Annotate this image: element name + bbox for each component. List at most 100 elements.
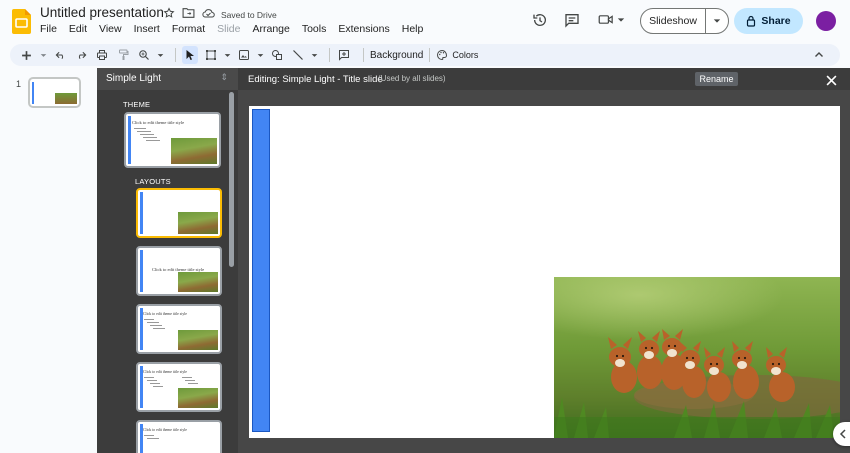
chevron-down-icon xyxy=(257,53,264,57)
chevron-down-icon xyxy=(617,17,625,22)
menu-view[interactable]: View xyxy=(99,23,122,35)
thumb-photo xyxy=(178,272,218,292)
toolbar-divider xyxy=(329,48,330,62)
star-icon[interactable] xyxy=(163,7,175,19)
chevron-left-icon xyxy=(839,429,846,439)
zoom-icon xyxy=(139,50,149,60)
menu-arrange[interactable]: Arrange xyxy=(252,23,289,35)
shape-button[interactable] xyxy=(269,46,285,64)
thumb-title-text: Click to edit theme title style xyxy=(132,120,185,125)
select-tool-button[interactable] xyxy=(182,46,198,64)
zoom-dropdown[interactable] xyxy=(157,46,164,64)
meet-button[interactable] xyxy=(598,13,625,26)
menu-edit[interactable]: Edit xyxy=(69,23,87,35)
slide-number: 1 xyxy=(16,79,22,89)
menu-file[interactable]: File xyxy=(40,23,57,35)
menu-format[interactable]: Format xyxy=(172,23,205,35)
line-icon xyxy=(293,50,303,60)
thumb-accent-bar xyxy=(140,192,143,234)
background-button[interactable]: Background xyxy=(370,50,423,61)
theme-panel-scrollbar[interactable] xyxy=(229,92,234,267)
close-icon xyxy=(826,75,837,86)
menu-tools[interactable]: Tools xyxy=(302,23,327,35)
document-title[interactable]: Untitled presentation xyxy=(40,5,164,20)
close-theme-builder-button[interactable] xyxy=(826,73,837,91)
video-camera-icon xyxy=(598,15,613,24)
thumb-title-text: Click to edit theme title style xyxy=(143,312,187,316)
share-label: Share xyxy=(761,15,791,27)
theme-master-thumbnail[interactable]: Click to edit theme title style xyxy=(124,112,221,168)
print-button[interactable] xyxy=(94,46,110,64)
lock-icon xyxy=(747,15,756,27)
editing-bar: Editing: Simple Light - Title slide (Use… xyxy=(238,68,850,90)
side-panel-toggle[interactable] xyxy=(833,422,850,446)
version-history-icon[interactable] xyxy=(532,12,548,28)
redo-button[interactable] xyxy=(73,46,89,64)
fox-cubs-photo[interactable] xyxy=(554,277,840,438)
layout-thumbnail-two-columns[interactable]: Click to edit theme title style xyxy=(136,362,222,412)
menu-insert[interactable]: Insert xyxy=(134,23,160,35)
palette-icon xyxy=(437,49,448,61)
insert-image-dropdown[interactable] xyxy=(257,46,264,64)
slides-logo-icon[interactable] xyxy=(12,9,31,34)
cloud-saved-icon[interactable] xyxy=(202,8,215,19)
shapes-icon xyxy=(272,50,282,60)
new-slide-layout-dropdown[interactable] xyxy=(39,46,47,64)
layout-thumbnail-title-and-body[interactable]: Click to edit theme title style xyxy=(136,304,222,354)
accent-shape[interactable] xyxy=(252,109,270,432)
menu-slide[interactable]: Slide xyxy=(217,23,240,35)
line-button[interactable] xyxy=(290,46,306,64)
editing-title: Editing: Simple Light - Title slide xyxy=(248,74,383,85)
menu-help[interactable]: Help xyxy=(402,23,424,35)
slideshow-dropdown[interactable] xyxy=(706,17,728,25)
colors-label: Colors xyxy=(452,50,479,60)
save-status: Saved to Drive xyxy=(221,10,277,20)
thumb-photo xyxy=(178,212,218,234)
move-folder-icon[interactable] xyxy=(182,7,195,19)
share-button[interactable]: Share xyxy=(734,8,803,34)
thumb-body-lines-right xyxy=(182,377,210,386)
slideshow-button[interactable]: Slideshow xyxy=(640,8,729,34)
collapse-toolbar-button[interactable] xyxy=(814,47,824,65)
add-comment-icon xyxy=(339,50,349,61)
colors-button[interactable]: Colors xyxy=(436,46,488,64)
layout-thumbnail-title-only[interactable]: Click to edit theme title style xyxy=(136,420,222,453)
chevron-down-icon xyxy=(713,19,721,23)
filmstrip-slide-thumbnail[interactable] xyxy=(28,77,81,108)
layouts-section-label: LAYOUTS xyxy=(135,177,171,186)
zoom-button[interactable] xyxy=(136,46,152,64)
thumb-photo xyxy=(178,388,218,408)
toolbar-divider xyxy=(175,48,176,62)
layout-thumbnail-section-header[interactable]: Click to edit theme title style xyxy=(136,246,222,296)
chevron-down-icon xyxy=(224,53,231,57)
new-slide-button[interactable] xyxy=(18,46,34,64)
cursor-icon xyxy=(186,50,194,60)
select-frame-button[interactable] xyxy=(203,46,219,64)
insert-image-button[interactable] xyxy=(236,46,252,64)
redo-icon xyxy=(78,51,86,60)
theme-name-header[interactable]: Simple Light ⇕ xyxy=(97,68,238,90)
rename-button[interactable]: Rename xyxy=(695,72,738,86)
paint-format-icon xyxy=(118,49,128,60)
undo-button[interactable] xyxy=(52,46,68,64)
slideshow-label[interactable]: Slideshow xyxy=(641,9,706,33)
comments-icon[interactable] xyxy=(564,12,580,28)
line-dropdown[interactable] xyxy=(311,46,318,64)
toolbar-divider xyxy=(363,48,364,62)
thumb-photo xyxy=(178,330,218,350)
image-icon xyxy=(239,50,249,60)
menu-extensions[interactable]: Extensions xyxy=(338,23,389,35)
frame-select-icon xyxy=(206,50,216,60)
thumb-accent-bar xyxy=(128,116,131,164)
paint-format-button[interactable] xyxy=(115,46,131,64)
layout-slide[interactable] xyxy=(249,106,840,438)
chevron-down-icon xyxy=(157,53,164,57)
add-comment-button[interactable] xyxy=(336,46,352,64)
theme-section-label: THEME xyxy=(123,100,151,109)
thumb-title-text: Click to edit theme title style xyxy=(143,370,187,374)
app-header: Untitled presentation Saved to Drive Fil… xyxy=(0,0,850,42)
sort-icon: ⇕ xyxy=(220,72,228,82)
select-frame-dropdown[interactable] xyxy=(224,46,231,64)
avatar[interactable] xyxy=(816,11,836,31)
layout-thumbnail-title-slide[interactable] xyxy=(136,188,222,238)
